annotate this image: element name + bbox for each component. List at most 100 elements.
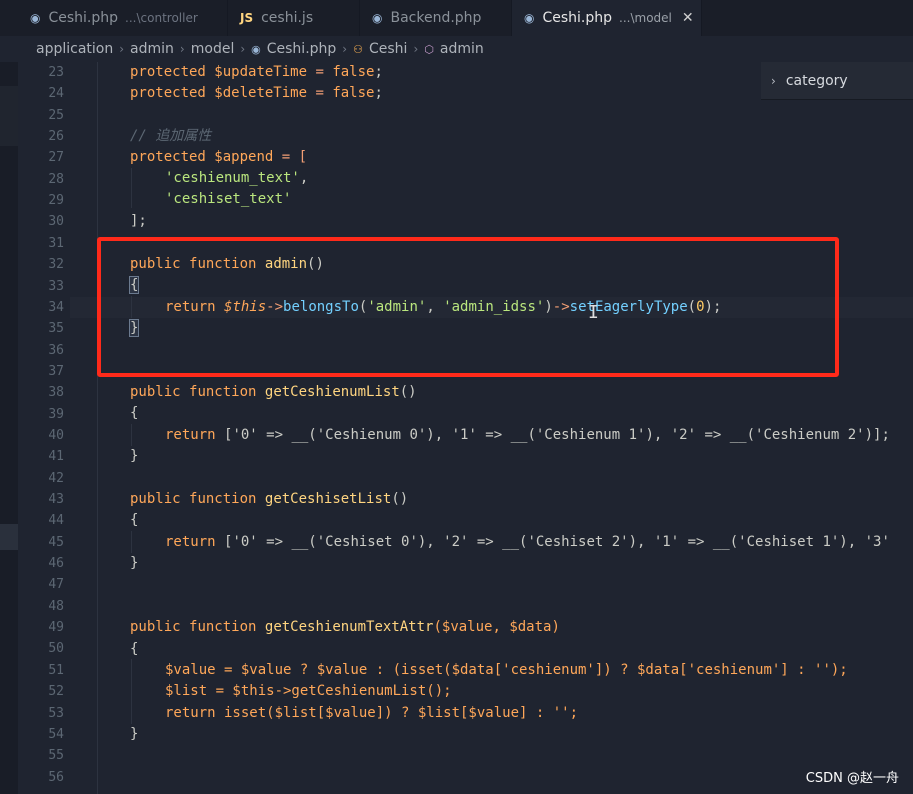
code-line-46: }: [130, 555, 139, 571]
code-line-24: protected $deleteTime = false;: [130, 85, 383, 101]
line-number: 54: [48, 726, 64, 742]
chevron-right-icon: ›: [413, 42, 419, 56]
chevron-right-icon: ›: [119, 42, 125, 56]
code-line-26: // 追加属性: [130, 128, 212, 144]
line-number-gutter: 23 24 25 26 27 28 29 30 31 32 33 34 35 36 37 38 39 40 41 42…: [18, 62, 70, 794]
line-number: 28: [48, 171, 64, 187]
line-number: 24: [48, 86, 64, 102]
code-line-45: return ['0' => __('Ceshiset 0'), '2' => …: [165, 534, 890, 550]
chevron-right-icon: ›: [240, 42, 246, 56]
tab-path: ...\model: [619, 11, 672, 25]
code-line-51: $value = $value ? $value : (isset($data[…: [165, 662, 848, 678]
line-number: 44: [48, 513, 64, 529]
sticky-scroll-category[interactable]: › category: [761, 62, 913, 100]
code-line-43: public function getCeshisetList(): [130, 491, 409, 507]
line-number: 50: [48, 641, 64, 657]
line-number: 52: [48, 684, 64, 700]
close-icon[interactable]: ✕: [682, 10, 694, 26]
breadcrumb-item-application[interactable]: application: [36, 41, 113, 57]
line-number: 30: [48, 214, 64, 230]
line-number: 32: [48, 257, 64, 273]
code-line-39: {: [130, 405, 139, 421]
chevron-right-icon: ›: [179, 42, 185, 56]
code-line-41: }: [130, 448, 139, 464]
line-number: 37: [48, 363, 64, 379]
line-number: 33: [48, 278, 64, 294]
tab-path: ...\controller: [125, 11, 198, 25]
php-icon: ◉: [251, 42, 261, 56]
breadcrumb-item-method[interactable]: admin: [440, 41, 484, 57]
tab-label: Ceshi.php: [48, 10, 119, 26]
breadcrumb-item-file[interactable]: Ceshi.php: [267, 41, 337, 57]
code-line-53: return isset($list[$value]) ? $list[$val…: [165, 705, 579, 721]
line-number: 51: [48, 662, 64, 678]
watermark: CSDN @赵一舟: [805, 771, 899, 786]
line-number: 40: [48, 427, 64, 443]
line-number: 27: [48, 150, 64, 166]
php-icon: ◉: [524, 11, 535, 25]
line-number: 38: [48, 385, 64, 401]
breadcrumb: application › admin › model › ◉ Ceshi.ph…: [0, 36, 913, 62]
line-number: 41: [48, 449, 64, 465]
line-number: 31: [48, 235, 64, 251]
indent-guide: [131, 531, 132, 553]
indent-guide: [131, 659, 132, 724]
code-line-28: 'ceshienum_text',: [165, 170, 309, 186]
editor-tab-bar: ◉ Ceshi.php ...\controller JS ceshi.js ◉…: [0, 0, 913, 36]
line-number: 56: [48, 769, 64, 785]
line-number: 23: [48, 65, 64, 80]
js-icon: JS: [240, 11, 254, 25]
sidebar-edge: [0, 62, 18, 794]
indent-guide: [131, 424, 132, 446]
breadcrumb-item-admin[interactable]: admin: [130, 41, 174, 57]
line-number: 34: [48, 299, 64, 315]
breadcrumb-item-class[interactable]: Ceshi: [369, 41, 407, 57]
line-number: 46: [48, 556, 64, 572]
indent-guide: [97, 62, 98, 794]
tab-backend[interactable]: ◉ Backend.php: [360, 0, 512, 36]
line-number: 48: [48, 598, 64, 614]
line-number: 29: [48, 193, 64, 209]
line-number: 26: [48, 129, 64, 145]
chevron-right-icon: ›: [342, 42, 348, 56]
line-number: 45: [48, 534, 64, 550]
tab-label: Ceshi.php: [542, 10, 613, 26]
code-line-52: $list = $this->getCeshienumList();: [165, 683, 452, 699]
line-number: 47: [48, 577, 64, 593]
sticky-scroll-label: category: [785, 72, 848, 89]
sidebar-panel-edge: [0, 86, 18, 146]
code-line-54: }: [130, 726, 139, 742]
line-number: 25: [48, 107, 64, 123]
line-number: 49: [48, 620, 64, 636]
line-number: 43: [48, 492, 64, 507]
class-icon: ⚇: [353, 42, 363, 56]
line-number: 55: [48, 748, 64, 764]
tab-label: ceshi.js: [261, 10, 314, 26]
code-line-30: ];: [130, 213, 147, 229]
code-line-23: protected $updateTime = false;: [130, 64, 383, 80]
code-line-40: return ['0' => __('Ceshienum 0'), '1' =>…: [165, 427, 890, 443]
code-line-44: {: [130, 512, 139, 528]
tab-ceshi-js[interactable]: JS ceshi.js: [228, 0, 360, 36]
line-number: 42: [48, 470, 64, 486]
code-line-50: {: [130, 641, 139, 657]
tab-ceshi-model[interactable]: ◉ Ceshi.php ...\model ✕: [512, 0, 702, 36]
tab-ceshi-controller[interactable]: ◉ Ceshi.php ...\controller: [18, 0, 228, 36]
code-line-38: public function getCeshienumList(): [130, 384, 417, 400]
chevron-right-icon[interactable]: ›: [771, 74, 776, 88]
tab-label: Backend.php: [390, 10, 482, 26]
method-icon: ⬡: [424, 42, 434, 56]
php-icon: ◉: [372, 11, 383, 25]
indent-guide: [131, 168, 132, 208]
sidebar-selected-edge: [0, 524, 18, 550]
code-line-29: 'ceshiset_text': [165, 191, 292, 207]
annotation-highlight-box: [97, 237, 839, 377]
line-number: 39: [48, 406, 64, 422]
line-number: 35: [48, 321, 64, 337]
line-number: 36: [48, 342, 64, 358]
code-line-49: public function getCeshienumTextAttr($va…: [130, 619, 560, 635]
breadcrumb-item-model[interactable]: model: [191, 41, 235, 57]
line-number: 53: [48, 705, 64, 721]
code-line-27: protected $append = [: [130, 149, 308, 165]
php-icon: ◉: [30, 11, 41, 25]
